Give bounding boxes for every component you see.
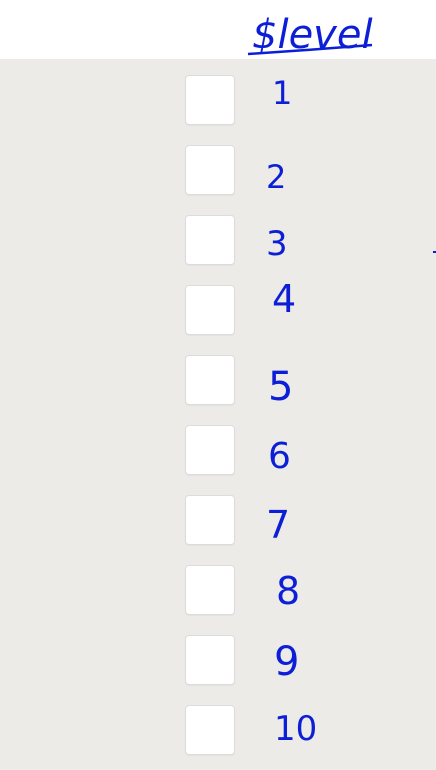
page: $level 1 2 3 4 5 6 7 8 9 10 (0, 0, 436, 770)
level-9-box[interactable] (185, 635, 235, 685)
level-8-box[interactable] (185, 565, 235, 615)
level-6-box[interactable] (185, 425, 235, 475)
level-panel (0, 59, 436, 770)
level-7-box[interactable] (185, 495, 235, 545)
level-5-box[interactable] (185, 355, 235, 405)
header-area (0, 0, 436, 59)
level-10-box[interactable] (185, 705, 235, 755)
level-2-box[interactable] (185, 145, 235, 195)
level-3-box[interactable] (185, 215, 235, 265)
level-1-box[interactable] (185, 75, 235, 125)
level-4-box[interactable] (185, 285, 235, 335)
